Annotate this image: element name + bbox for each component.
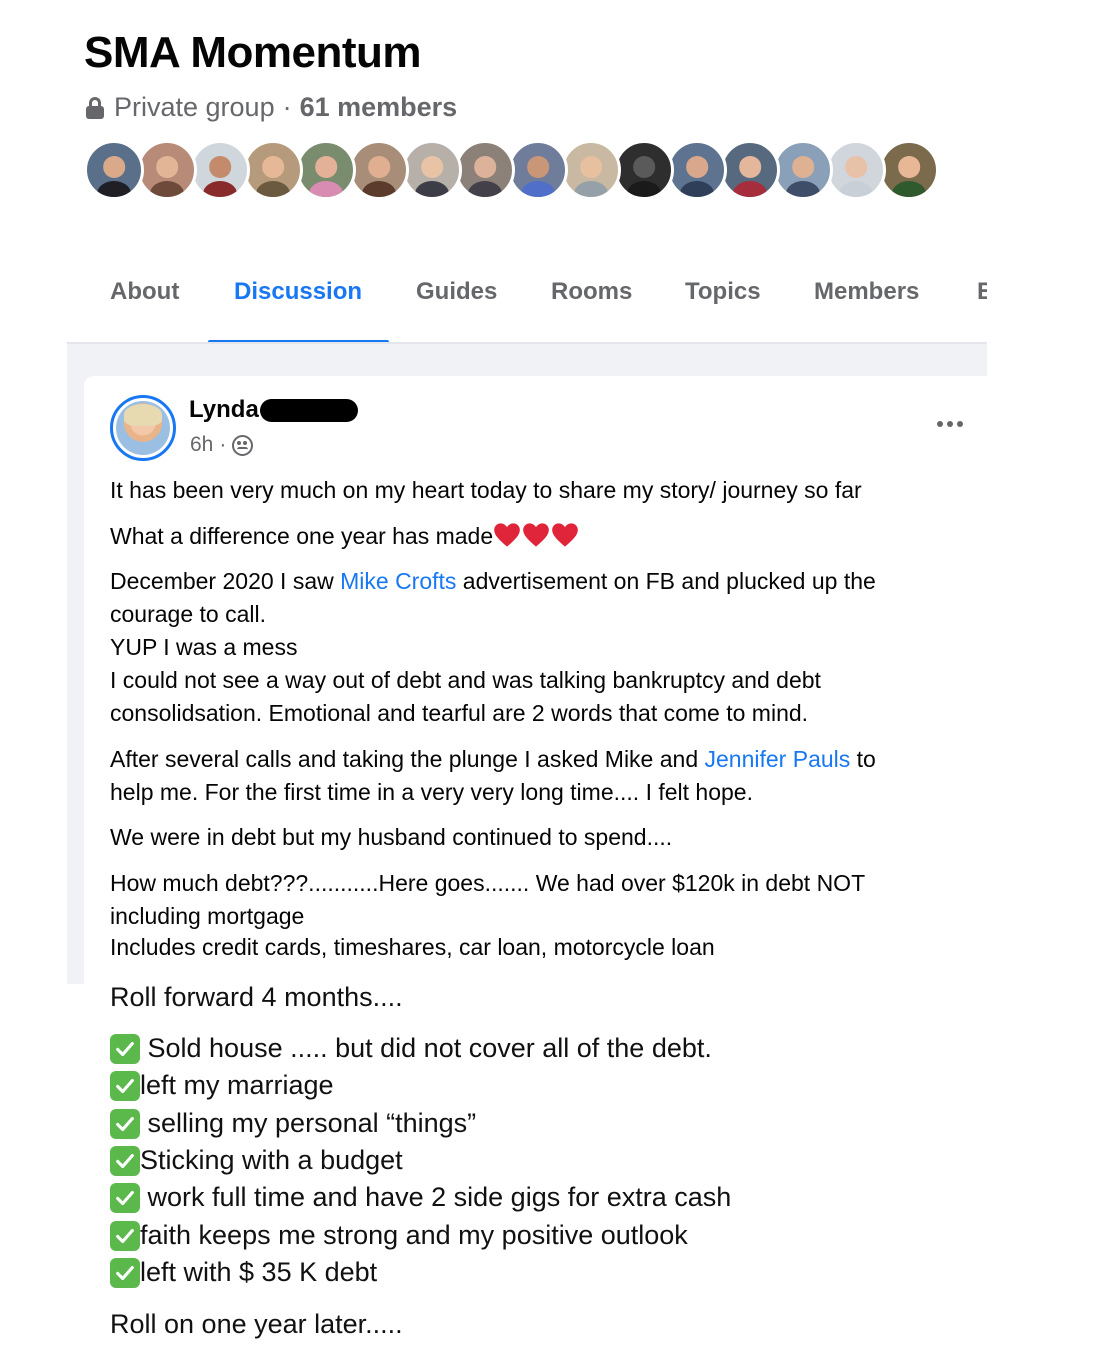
member-avatar[interactable] bbox=[455, 140, 515, 200]
checklist-item: faith keeps me strong and my positive ou… bbox=[110, 1220, 688, 1251]
post-line: How much debt???...........Here goes....… bbox=[110, 870, 866, 896]
post-line-text: After several calls and taking the plung… bbox=[110, 746, 705, 772]
heart-icon bbox=[523, 523, 549, 547]
member-avatar[interactable] bbox=[720, 140, 780, 200]
check-mark-icon bbox=[110, 1182, 140, 1213]
group-audience-icon bbox=[232, 434, 254, 456]
checklist-item: Sold house ..... but did not cover all o… bbox=[110, 1033, 712, 1064]
check-mark-icon bbox=[110, 1033, 140, 1064]
post-time[interactable]: 6h bbox=[190, 433, 213, 457]
checklist-item-text: work full time and have 2 side gigs for … bbox=[140, 1182, 732, 1212]
checklist-item: work full time and have 2 side gigs for … bbox=[110, 1182, 731, 1213]
member-avatar[interactable] bbox=[402, 140, 462, 200]
check-mark-icon bbox=[110, 1257, 140, 1288]
mention-jennifer-pauls[interactable]: Jennifer Pauls bbox=[705, 746, 851, 772]
post-line-text: What a difference one year has made bbox=[110, 523, 494, 549]
member-avatars[interactable] bbox=[84, 140, 939, 200]
lock-icon bbox=[86, 96, 104, 119]
time-separator: · bbox=[219, 433, 227, 456]
member-avatar[interactable] bbox=[879, 140, 939, 200]
checklist-item-text: faith keeps me strong and my positive ou… bbox=[140, 1220, 688, 1250]
group-meta: Private group · 61 members bbox=[86, 92, 457, 123]
roll-forward-text: Roll forward 4 months.... bbox=[110, 982, 403, 1012]
post-line: YUP I was a mess bbox=[110, 634, 298, 660]
heart-icon bbox=[552, 523, 578, 547]
more-options-icon[interactable] bbox=[937, 413, 969, 435]
post-line: courage to call. bbox=[110, 601, 266, 627]
post-line: help me. For the first time in a very ve… bbox=[110, 779, 753, 805]
heart-emojis bbox=[493, 522, 579, 548]
checklist-item-text: Sold house ..... but did not cover all o… bbox=[140, 1033, 712, 1063]
check-mark-icon bbox=[110, 1145, 140, 1176]
privacy-label: Private group bbox=[114, 92, 275, 122]
member-avatar[interactable] bbox=[826, 140, 886, 200]
tab-about[interactable]: About bbox=[110, 278, 179, 306]
member-avatar[interactable] bbox=[137, 140, 197, 200]
post-line: consolidsation. Emotional and tearful ar… bbox=[110, 700, 809, 726]
post-line-text: December 2020 I saw bbox=[110, 568, 341, 594]
tab-members[interactable]: Members bbox=[814, 278, 919, 306]
check-mark-icon bbox=[110, 1220, 140, 1251]
member-avatar[interactable] bbox=[243, 140, 303, 200]
checklist-item: left my marriage bbox=[110, 1070, 334, 1101]
heart-icon bbox=[494, 523, 520, 547]
checklist-item-text: left with $ 35 K debt bbox=[140, 1257, 378, 1287]
mention-mike-crofts[interactable]: Mike Crofts bbox=[340, 568, 456, 594]
group-tabs: About Discussion Guides Rooms Topics Mem… bbox=[67, 242, 987, 344]
post-line: I could not see a way out of debt and wa… bbox=[110, 667, 821, 693]
checklist-item: Sticking with a budget bbox=[110, 1145, 403, 1176]
meta-separator: · bbox=[282, 92, 292, 122]
tab-rooms[interactable]: Rooms bbox=[551, 278, 632, 306]
member-avatar[interactable] bbox=[349, 140, 409, 200]
member-avatar[interactable] bbox=[508, 140, 568, 200]
author-name[interactable]: Lynda bbox=[189, 396, 259, 424]
member-avatar[interactable] bbox=[296, 140, 356, 200]
roll-on-text: Roll on one year later..... bbox=[110, 1309, 403, 1339]
member-avatar[interactable] bbox=[614, 140, 674, 200]
post-line: It has been very much on my heart today … bbox=[110, 477, 862, 503]
members-count[interactable]: 61 members bbox=[300, 92, 458, 123]
post-line-text: advertisement on FB and plucked up the bbox=[456, 568, 876, 594]
checklist-item-text: Sticking with a budget bbox=[140, 1145, 403, 1175]
tab-discussion[interactable]: Discussion bbox=[234, 278, 362, 306]
post-line: We were in debt but my husband continued… bbox=[110, 824, 673, 850]
group-title[interactable]: SMA Momentum bbox=[84, 28, 422, 78]
tab-events[interactable]: E bbox=[977, 278, 987, 306]
member-avatar[interactable] bbox=[84, 140, 144, 200]
post-line: December 2020 I saw Mike Crofts advertis… bbox=[110, 565, 876, 598]
member-avatar[interactable] bbox=[773, 140, 833, 200]
checklist-item: left with $ 35 K debt bbox=[110, 1257, 377, 1288]
post-line: Includes credit cards, timeshares, car l… bbox=[110, 934, 715, 960]
post-line: What a difference one year has made bbox=[110, 520, 579, 553]
checklist-item-text: left my marriage bbox=[140, 1070, 334, 1100]
check-mark-icon bbox=[110, 1070, 140, 1101]
member-avatar[interactable] bbox=[561, 140, 621, 200]
tab-guides[interactable]: Guides bbox=[416, 278, 497, 306]
check-mark-icon bbox=[110, 1108, 140, 1139]
checklist-item-text: selling my personal “things” bbox=[140, 1108, 477, 1138]
tab-topics[interactable]: Topics bbox=[685, 278, 761, 306]
post-line: including mortgage bbox=[110, 903, 305, 929]
checklist-item: selling my personal “things” bbox=[110, 1108, 476, 1139]
post-timestamp[interactable]: 6h · bbox=[190, 433, 254, 457]
post-line-text: to bbox=[850, 746, 876, 772]
member-avatar[interactable] bbox=[667, 140, 727, 200]
author-avatar[interactable] bbox=[110, 395, 176, 461]
post-line: After several calls and taking the plung… bbox=[110, 743, 876, 776]
name-redaction bbox=[260, 399, 358, 422]
member-avatar[interactable] bbox=[190, 140, 250, 200]
